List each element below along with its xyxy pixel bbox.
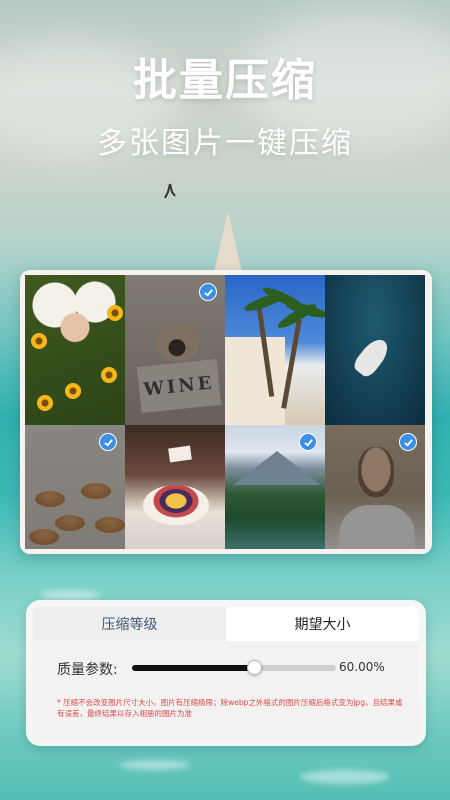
- tab-expected-size[interactable]: 期望大小: [226, 607, 419, 641]
- flower: [37, 395, 53, 411]
- image-thumbnail[interactable]: [25, 275, 125, 425]
- image-thumbnail[interactable]: [325, 275, 425, 425]
- quality-slider[interactable]: [132, 660, 336, 675]
- check-icon[interactable]: [199, 283, 217, 301]
- page-title: 批量压缩: [133, 55, 317, 106]
- quality-value: 60.00%: [339, 660, 385, 674]
- compression-settings-card: 压缩等级 期望大小 质量参数: 60.00% * 压缩不会改变图片尺寸大小，图片…: [26, 600, 426, 746]
- settings-tabs: 压缩等级 期望大小: [33, 607, 419, 641]
- slider-fill: [132, 665, 255, 671]
- check-icon[interactable]: [399, 433, 417, 451]
- image-thumbnail[interactable]: WINE: [125, 275, 225, 425]
- bowl: [143, 485, 209, 525]
- image-thumbnail[interactable]: [225, 425, 325, 549]
- image-thumbnail[interactable]: [225, 275, 325, 425]
- tab-panel: 质量参数: 60.00% * 压缩不会改变图片尺寸大小，图片有压缩极限；除web…: [33, 641, 419, 739]
- building: [225, 337, 285, 425]
- image-thumbnail[interactable]: [25, 425, 125, 549]
- flower: [101, 367, 117, 383]
- tab-compression-level[interactable]: 压缩等级: [33, 607, 226, 641]
- image-thumbnail[interactable]: [125, 425, 225, 549]
- image-thumbnail[interactable]: [325, 425, 425, 549]
- flower: [65, 383, 81, 399]
- check-icon[interactable]: [299, 433, 317, 451]
- slider-thumb[interactable]: [247, 660, 263, 675]
- sailboat-sail: [214, 212, 242, 272]
- image-gallery-card: WINE: [20, 270, 432, 554]
- mountain: [233, 451, 321, 485]
- sea-glint: [40, 590, 100, 600]
- compression-note: * 压缩不会改变图片尺寸大小，图片有压缩极限；除webp之外格式的图片压缩后格式…: [57, 698, 403, 718]
- sea-glint: [300, 770, 390, 784]
- image-grid: WINE: [25, 275, 425, 549]
- page-subtitle: 多张图片一键压缩: [97, 126, 353, 161]
- quality-label: 质量参数:: [57, 662, 118, 678]
- check-icon[interactable]: [99, 433, 117, 451]
- bird-icon: [164, 183, 176, 199]
- flower: [31, 333, 47, 349]
- boat: [351, 334, 393, 380]
- flag: [168, 445, 192, 463]
- sea-glint: [120, 760, 190, 770]
- flower: [107, 305, 123, 321]
